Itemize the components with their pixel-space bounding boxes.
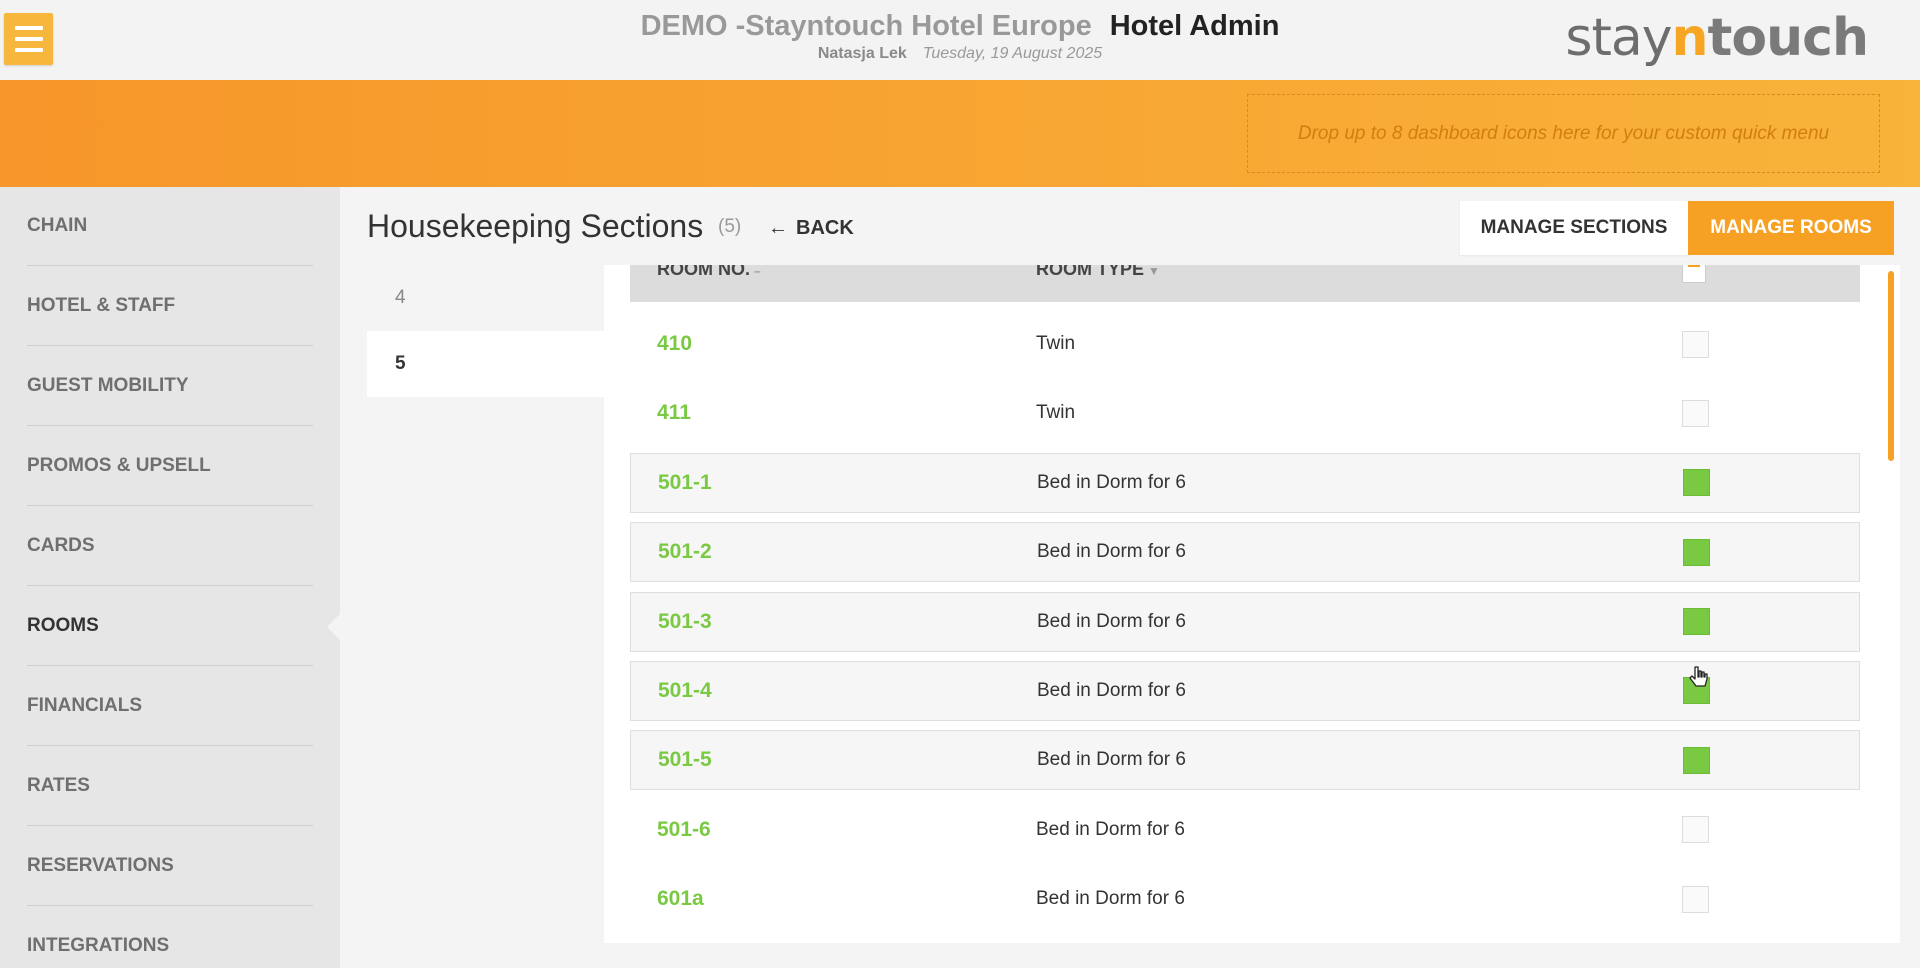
room-type: Bed in Dorm for 6: [1036, 818, 1185, 840]
table-row[interactable]: 601a Bed in Dorm for 6: [630, 869, 1860, 930]
room-number-link[interactable]: 501-4: [658, 679, 712, 703]
row-checkbox[interactable]: [1683, 469, 1710, 497]
room-number-link[interactable]: 601a: [657, 887, 704, 911]
table-row[interactable]: 501-3 Bed in Dorm for 6: [630, 591, 1860, 652]
section-count: (5): [718, 216, 742, 237]
quick-menu-banner: Drop up to 8 dashboard icons here for yo…: [0, 80, 1920, 187]
select-all-checkbox[interactable]: [1682, 265, 1706, 283]
sidebar-item-reservations[interactable]: RESERVATIONS: [27, 826, 313, 906]
column-header-room-no[interactable]: ROOM NO. –: [657, 265, 761, 280]
manage-rooms-button[interactable]: MANAGE ROOMS: [1688, 201, 1894, 255]
sidebar-item-promos-upsell[interactable]: PROMOS & UPSELL: [27, 426, 313, 506]
row-checkbox[interactable]: [1682, 330, 1709, 358]
table-row[interactable]: 411 Twin: [630, 383, 1860, 444]
app-title: Hotel Admin: [1109, 10, 1280, 42]
quick-menu-dropzone[interactable]: Drop up to 8 dashboard icons here for yo…: [1247, 94, 1880, 173]
sidebar-item-cards[interactable]: CARDS: [27, 506, 313, 586]
row-checkbox[interactable]: [1682, 885, 1709, 913]
manage-sections-button[interactable]: MANAGE SECTIONS: [1460, 201, 1688, 255]
room-number-link[interactable]: 411: [657, 401, 691, 425]
table-row[interactable]: 501-5 Bed in Dorm for 6: [630, 730, 1860, 791]
sidebar-item-integrations[interactable]: INTEGRATIONS: [27, 906, 313, 968]
sidebar-item-hotel-staff[interactable]: HOTEL & STAFF: [27, 266, 313, 346]
top-bar: DEMO -Stayntouch Hotel Europe Hotel Admin…: [0, 0, 1920, 80]
row-checkbox[interactable]: [1683, 608, 1710, 636]
section-item[interactable]: 5: [367, 331, 607, 397]
row-checkbox[interactable]: [1683, 746, 1710, 774]
sort-down-icon: ▼: [1148, 265, 1160, 278]
main-content: Housekeeping Sections (5) ← BACK MANAGE S…: [340, 187, 1920, 968]
table-header: ROOM NO. – ROOM TYPE ▼: [630, 265, 1860, 302]
active-indicator-icon: [327, 614, 340, 640]
sidebar: CHAIN HOTEL & STAFF GUEST MOBILITY PROMO…: [0, 187, 340, 968]
page-header: Housekeeping Sections (5) ← BACK MANAGE S…: [340, 187, 1920, 265]
table-row[interactable]: 501-2 Bed in Dorm for 6: [630, 522, 1860, 583]
room-type: Bed in Dorm for 6: [1037, 610, 1186, 632]
row-checkbox[interactable]: [1683, 538, 1710, 566]
stayntouch-logo: stayntouch: [1565, 8, 1869, 68]
sidebar-item-guest-mobility[interactable]: GUEST MOBILITY: [27, 346, 313, 426]
sidebar-item-chain[interactable]: CHAIN: [27, 187, 313, 266]
table-row[interactable]: 410 Twin: [630, 314, 1860, 374]
room-type: Twin: [1036, 402, 1076, 424]
room-type: Bed in Dorm for 6: [1037, 471, 1186, 493]
sidebar-item-financials[interactable]: FINANCIALS: [27, 666, 313, 746]
hotel-name: DEMO -Stayntouch Hotel Europe: [640, 10, 1092, 42]
section-item[interactable]: 4: [367, 265, 607, 331]
row-checkbox[interactable]: [1682, 816, 1709, 844]
room-type: Bed in Dorm for 6: [1037, 679, 1186, 701]
room-type: Bed in Dorm for 6: [1037, 541, 1186, 563]
table-scrollbar[interactable]: [1888, 271, 1894, 461]
dropzone-text: Drop up to 8 dashboard icons here for yo…: [1297, 122, 1830, 144]
sort-icon: –: [754, 265, 761, 278]
page-title: Housekeeping Sections: [367, 208, 704, 244]
hand-cursor-icon: [1689, 666, 1708, 687]
back-button[interactable]: ← BACK: [768, 217, 854, 240]
arrow-left-icon: ←: [768, 217, 788, 239]
row-checkbox[interactable]: [1682, 399, 1709, 427]
table-row[interactable]: 501-6 Bed in Dorm for 6: [630, 799, 1860, 860]
rooms-table: ROOM NO. – ROOM TYPE ▼ 410 Twin 411 Twin 5…: [604, 265, 1900, 943]
room-type: Twin: [1036, 333, 1076, 354]
table-row[interactable]: 501-4 Bed in Dorm for 6: [630, 660, 1860, 721]
table-row[interactable]: 501-1 Bed in Dorm for 6: [630, 452, 1860, 513]
room-number-link[interactable]: 501-1: [658, 471, 712, 495]
section-list: 4 5: [367, 265, 607, 397]
room-number-link[interactable]: 501-2: [658, 540, 712, 564]
user-name: Natasja Lek: [817, 45, 907, 62]
room-number-link[interactable]: 501-3: [658, 610, 712, 634]
room-type: Bed in Dorm for 6: [1037, 749, 1186, 771]
table-body: 410 Twin 411 Twin 501-1 Bed in Dorm for …: [630, 314, 1860, 939]
sidebar-item-rooms[interactable]: ROOMS: [27, 586, 340, 666]
sidebar-item-rates[interactable]: RATES: [27, 746, 313, 826]
room-number-link[interactable]: 410: [657, 332, 692, 356]
room-type: Bed in Dorm for 6: [1036, 888, 1185, 910]
column-header-room-type[interactable]: ROOM TYPE ▼: [1036, 265, 1160, 280]
room-number-link[interactable]: 501-6: [657, 818, 711, 842]
business-date: Tuesday, 19 August 2025: [922, 45, 1103, 62]
room-number-link[interactable]: 501-5: [658, 748, 712, 772]
